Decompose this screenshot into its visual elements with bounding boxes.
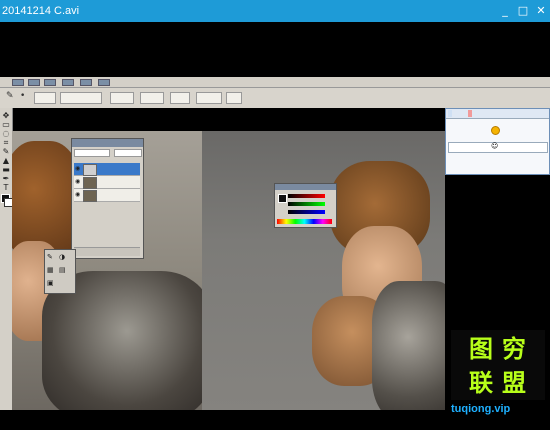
tool-subpanel: ✎ ◑ ▦ ▤ ▣ [44,249,76,294]
tool-option-icon[interactable]: ✎ [47,253,53,261]
airbrush-toggle[interactable] [170,92,190,104]
qq-chat-window: ☺ [445,108,550,175]
window-titlebar: 20141214 C.avi _ □ ✕ [0,0,550,22]
layers-panel-header [72,139,143,147]
layer-thumbnail [83,177,97,189]
blend-mode-select[interactable] [74,149,110,157]
text-tool-icon[interactable]: T [1,184,11,192]
tool-option-icon[interactable]: ▣ [47,279,54,287]
green-slider[interactable] [288,202,325,206]
watermark-char: 联 [469,369,493,397]
layers-panel: ◉ ◉ ◉ [71,138,144,259]
color-panel-header [275,184,336,190]
emoji-icon [491,126,500,135]
layer-thumbnail [83,164,97,176]
watermark-char: 穷 [502,335,526,363]
marquee-tool-icon[interactable]: ▭ [1,121,11,129]
move-tool-icon[interactable]: ✥ [1,112,11,120]
watermark-logo: 图 穷 联 盟 [451,330,545,400]
options-field-7[interactable] [226,92,242,104]
chat-tab-alert[interactable] [468,110,472,117]
workspace-switch-5[interactable] [98,79,110,86]
opacity-input[interactable] [114,149,142,157]
tool-options-bar: ✎ • [0,88,550,109]
options-field-1[interactable] [34,92,56,104]
watermark-char: 盟 [502,369,526,397]
maximize-button[interactable]: □ [514,0,532,22]
lasso-tool-icon[interactable]: ◌ [1,130,11,138]
eraser-tool-icon[interactable]: ▬ [1,166,11,174]
canvas-right-image [202,131,445,410]
watermark-char: 图 [469,335,493,363]
tool-option-icon[interactable]: ▦ [47,266,54,274]
brush-tool-icon[interactable]: ✎ [6,91,14,101]
stamp-tool-icon[interactable]: ▲ [1,157,11,165]
pen-tool-icon[interactable]: ✒ [1,175,11,183]
tool-option-icon[interactable]: ◑ [59,253,65,261]
ps-logo-icon[interactable] [12,79,24,86]
flow-field[interactable] [140,92,164,104]
ps-menubar [0,77,550,88]
layer-thumbnail [83,190,97,202]
chat-message [448,134,450,140]
layer-row[interactable]: ◉ [74,189,140,202]
color-panel [274,183,337,228]
layer-row[interactable]: ◉ [74,176,140,189]
close-button[interactable]: ✕ [532,0,550,22]
opacity-field[interactable] [110,92,134,104]
color-ramp[interactable] [277,219,332,224]
smiley-icon[interactable]: ☺ [491,142,498,150]
visibility-eye-icon[interactable]: ◉ [75,178,81,185]
tool-option-icon[interactable]: ▤ [59,266,66,274]
minimize-button[interactable]: _ [496,0,514,22]
video-letterbox [0,22,550,77]
chat-tab[interactable] [448,110,452,117]
document-tab-area [12,108,445,131]
blue-slider[interactable] [288,210,325,214]
layers-panel-footer [74,247,140,256]
chat-message [448,127,450,133]
brush-tool-icon[interactable]: ✎ [1,148,11,156]
chat-message [448,120,450,126]
chat-tabs [446,109,549,119]
window-title: 20141214 C.avi [2,5,80,17]
brush-preset-icon[interactable]: • [20,91,25,101]
visibility-eye-icon[interactable]: ◉ [75,165,81,172]
mode-select[interactable] [60,92,102,104]
workspace-switch-2[interactable] [44,79,56,86]
crop-tool-icon[interactable]: ⌗ [1,139,11,147]
workspace-switch-3[interactable] [62,79,74,86]
watermark-url: tuqiong.vip [451,403,511,415]
workspace-switch-4[interactable] [80,79,92,86]
options-field-6[interactable] [196,92,222,104]
red-slider[interactable] [288,194,325,198]
armor-region-right [372,281,445,410]
foreground-color-swatch[interactable] [278,194,287,203]
visibility-eye-icon[interactable]: ◉ [75,191,81,198]
layer-row[interactable]: ◉ [74,163,140,176]
workspace-switch-1[interactable] [28,79,40,86]
